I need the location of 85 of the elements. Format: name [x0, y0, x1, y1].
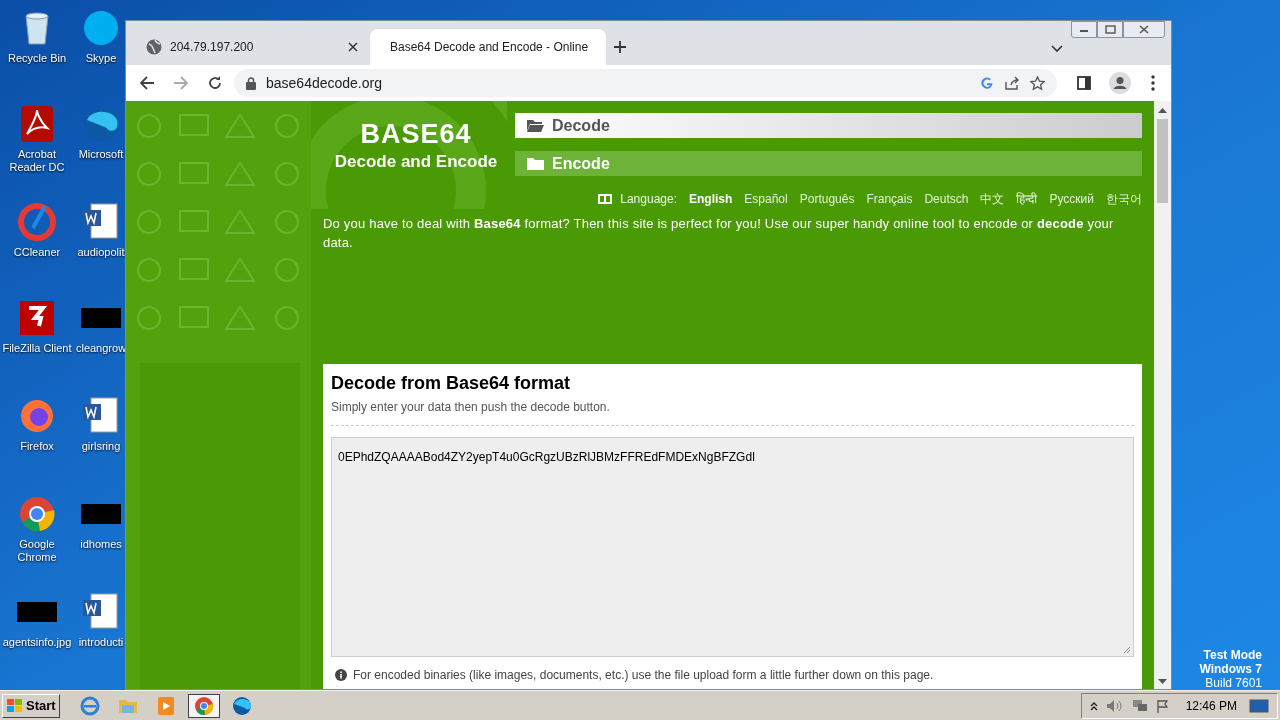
icon-label[interactable]: introducti [78, 636, 124, 649]
show-desktop-icon[interactable] [1249, 697, 1269, 714]
logo-title: BASE64 [360, 119, 472, 149]
watermark-text: Windows 7 [1199, 662, 1262, 676]
intro-text: Do you have to deal with Base64 format? Then this site is perfect for you! Use our super handy online tool to encode or decode your data. [323, 215, 1115, 252]
nav-tab[interactable]: Decode [515, 113, 1142, 138]
maximize-icon [1104, 25, 1116, 34]
browser-tab[interactable]: 204.79.197.200 [134, 29, 370, 65]
scroll-down-icon[interactable] [1158, 679, 1167, 685]
input-value: 0EPhdZQAAAABod4ZY2yepT4u0GcRgzUBzRlJBMzFFREdFMDExNgBFZGdl [338, 450, 755, 464]
icon-label[interactable]: Google Chrome [0, 538, 74, 564]
reload-icon [207, 75, 223, 91]
folder-icon [527, 157, 544, 170]
input-field[interactable]: 0EPhdZQAAAABod4ZY2yepT4u0GcRgzUBzRlJBMzFFREdFMDExNgBFZGdl [331, 437, 1134, 657]
scroll-up-icon[interactable] [1158, 107, 1167, 113]
globe-icon [146, 39, 162, 55]
language-link[interactable]: Português [799, 190, 855, 208]
language-link[interactable]: English [689, 190, 733, 208]
star-icon[interactable] [1030, 75, 1045, 91]
maximize-button[interactable] [1097, 21, 1123, 38]
icon-label[interactable]: Microsoft [78, 148, 124, 161]
side-panel-icon[interactable] [1077, 76, 1091, 90]
icon-label[interactable]: girlsring [81, 440, 121, 453]
taskbar-app-button[interactable] [187, 693, 220, 718]
plus-icon [613, 40, 627, 54]
clock[interactable]: 12:46 PM [1185, 696, 1237, 715]
watermark-text: Build 7601 [1205, 676, 1262, 690]
lock-icon [246, 76, 256, 90]
upload-note: For encoded binaries (like images, documents, etc.) use the file upload form a little further down on this page. [353, 667, 934, 684]
icon-label[interactable]: agentsinfo.jpg [2, 636, 72, 649]
word-document-icon[interactable] [81, 396, 121, 436]
icon-label[interactable]: FileZilla Client [2, 342, 72, 355]
wave-icon [230, 694, 253, 717]
icon-label[interactable]: Recycle Bin [7, 52, 67, 65]
language-link[interactable]: 한국어 [1106, 190, 1142, 208]
browser-tab[interactable]: Base64 Decode and Encode - Online [370, 29, 606, 65]
language-icon [598, 194, 613, 204]
close-button[interactable] [1123, 21, 1165, 38]
tab-list-icon[interactable] [1051, 45, 1063, 53]
icon-label[interactable]: Acrobat Reader DC [0, 148, 74, 174]
icon-label[interactable]: cleangrow [75, 342, 127, 355]
language-link[interactable]: 中文 [980, 190, 1005, 208]
chrome-icon[interactable] [17, 494, 57, 534]
language-link[interactable]: हिन्दी [1016, 190, 1038, 208]
language-label: Language: [620, 191, 677, 208]
icon-label[interactable]: Firefox [20, 440, 54, 453]
share-icon[interactable] [1004, 76, 1020, 90]
back-arrow-icon [139, 75, 155, 91]
google-icon[interactable] [980, 76, 994, 90]
ie-icon [78, 694, 101, 717]
icon-label[interactable]: CCleaner [13, 246, 61, 259]
open-folder-icon [527, 119, 544, 132]
language-link[interactable]: Deutsch [924, 190, 969, 208]
close-icon [1139, 25, 1149, 34]
resize-handle-icon[interactable] [1122, 645, 1131, 654]
icon-label[interactable]: Skype [85, 52, 117, 65]
icon-label[interactable]: audiopolit [77, 246, 125, 259]
word-document-icon[interactable] [81, 592, 121, 632]
flag-icon[interactable] [1155, 698, 1170, 713]
watermark-text: Test Mode [1203, 648, 1262, 662]
profile-icon[interactable] [1109, 72, 1131, 94]
url-text: base64decode.org [266, 73, 383, 93]
network-icon[interactable] [1131, 698, 1148, 713]
language-link[interactable]: Русский [1049, 190, 1094, 208]
start-button[interactable]: Start [2, 693, 60, 718]
minimize-button[interactable] [1071, 21, 1097, 38]
language-link[interactable]: Español [744, 190, 788, 208]
windows-logo-icon [6, 697, 24, 714]
word-document-icon[interactable] [81, 202, 121, 242]
menu-icon[interactable] [1151, 75, 1155, 91]
card-title: Decode from Base64 format [331, 372, 572, 394]
scrollbar[interactable] [1154, 101, 1171, 689]
volume-icon[interactable] [1105, 698, 1124, 713]
info-icon [335, 669, 347, 681]
icon-label[interactable]: idhomes [80, 538, 122, 551]
address-bar[interactable]: base64decode.org [234, 69, 1057, 97]
filezilla-icon[interactable] [17, 298, 57, 338]
logo-subtitle: Decode and Encode [334, 151, 498, 173]
chrome-icon [192, 694, 215, 717]
card-subtitle: Simply enter your data then push the decode button. [331, 399, 611, 416]
forward-arrow-icon [173, 75, 189, 91]
scroll-thumb[interactable] [1157, 119, 1168, 203]
close-tab-icon[interactable] [348, 42, 358, 52]
language-link[interactable]: Français [866, 190, 913, 208]
wave-icon[interactable] [81, 104, 121, 144]
